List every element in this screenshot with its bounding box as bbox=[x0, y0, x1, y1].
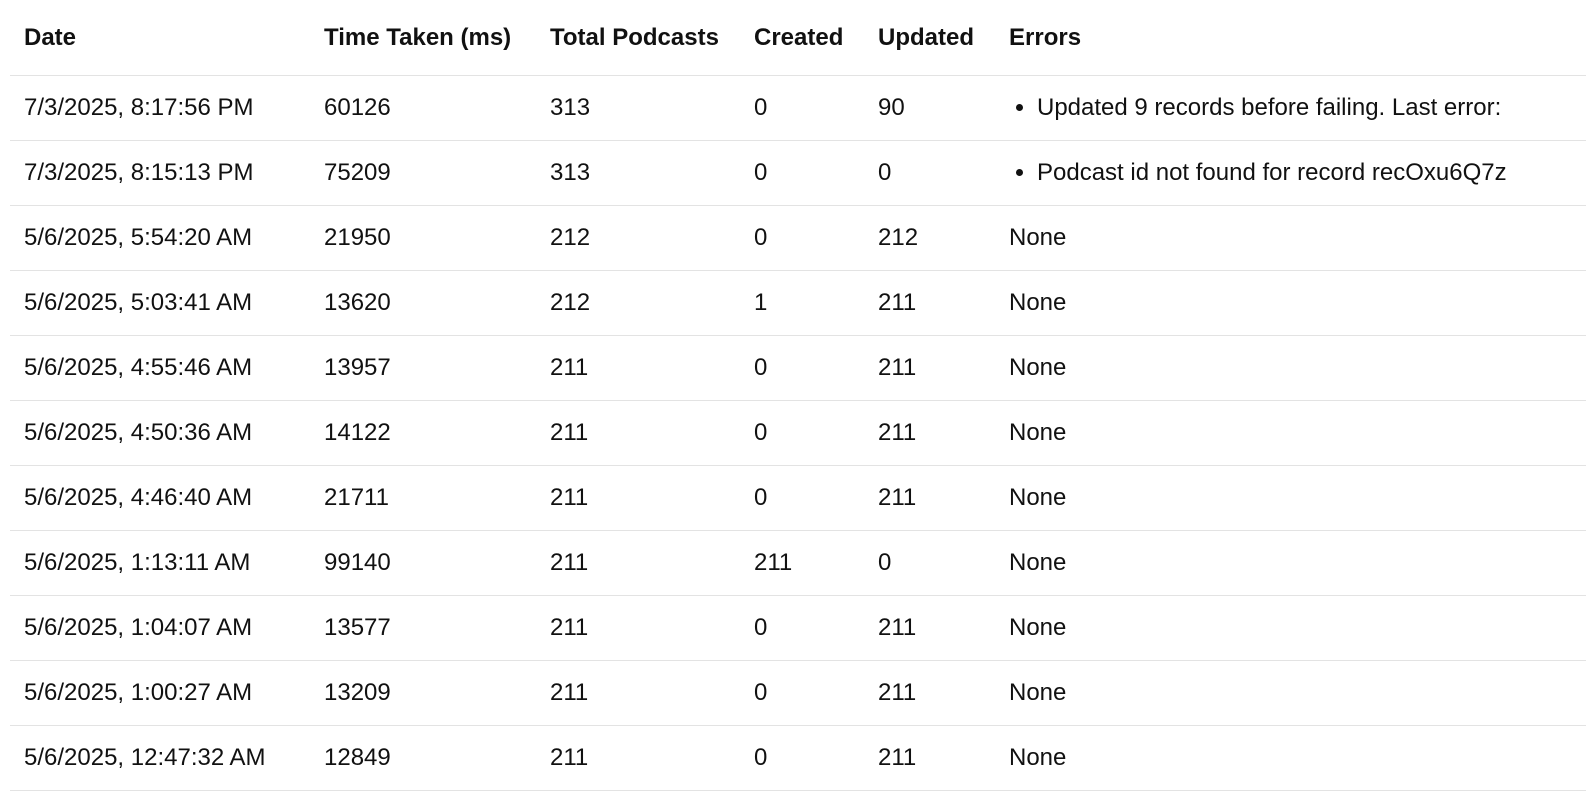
cell-time-taken: 13209 bbox=[310, 660, 536, 726]
cell-errors: None bbox=[995, 270, 1586, 336]
cell-updated: 90 bbox=[864, 75, 995, 141]
cell-total-podcasts: 211 bbox=[536, 595, 740, 661]
cell-created: 0 bbox=[740, 660, 864, 726]
cell-updated: 211 bbox=[864, 270, 995, 336]
cell-date: 5/6/2025, 4:46:40 AM bbox=[10, 465, 310, 531]
cell-time-taken: 12849 bbox=[310, 725, 536, 791]
column-header-total-podcasts: Total Podcasts bbox=[536, 0, 740, 76]
cell-errors: None bbox=[995, 725, 1586, 791]
cell-date: 7/3/2025, 8:15:13 PM bbox=[10, 140, 310, 206]
cell-time-taken: 21950 bbox=[310, 205, 536, 271]
column-header-time-taken: Time Taken (ms) bbox=[310, 0, 536, 76]
table-row: 5/6/2025, 4:55:46 AM 13957 211 0 211 None bbox=[10, 335, 1586, 401]
cell-total-podcasts: 211 bbox=[536, 465, 740, 531]
cell-errors: None bbox=[995, 595, 1586, 661]
cell-errors: None bbox=[995, 335, 1586, 401]
table-row: 5/6/2025, 1:00:27 AM 13209 211 0 211 None bbox=[10, 660, 1586, 726]
table-row: 5/6/2025, 4:46:40 AM 21711 211 0 211 None bbox=[10, 465, 1586, 531]
cell-total-podcasts: 313 bbox=[536, 140, 740, 206]
cell-date: 5/6/2025, 1:00:27 AM bbox=[10, 660, 310, 726]
cell-created: 0 bbox=[740, 140, 864, 206]
cell-updated: 211 bbox=[864, 335, 995, 401]
table-row: 7/3/2025, 8:17:56 PM60126313090 Updated 9… bbox=[10, 75, 1586, 141]
column-header-created: Created bbox=[740, 0, 864, 76]
table-row: 5/6/2025, 1:04:07 AM 13577 211 0 211 None bbox=[10, 595, 1586, 661]
cell-time-taken: 13577 bbox=[310, 595, 536, 661]
error-list: Updated 9 records before failing. Last e… bbox=[1009, 94, 1586, 122]
cell-errors: None bbox=[995, 205, 1586, 271]
cell-time-taken: 13957 bbox=[310, 335, 536, 401]
sync-history-table: Date Time Taken (ms) Total Podcasts Crea… bbox=[10, 0, 1586, 791]
cell-date: 5/6/2025, 4:55:46 AM bbox=[10, 335, 310, 401]
column-header-updated: Updated bbox=[864, 0, 995, 76]
cell-created: 0 bbox=[740, 400, 864, 466]
cell-created: 0 bbox=[740, 205, 864, 271]
cell-created: 0 bbox=[740, 75, 864, 141]
cell-time-taken: 60126 bbox=[310, 75, 536, 141]
table-row: 5/6/2025, 5:03:41 AM 13620 212 1 211 None bbox=[10, 270, 1586, 336]
table-row: 5/6/2025, 4:50:36 AM 14122 211 0 211 None bbox=[10, 400, 1586, 466]
cell-created: 0 bbox=[740, 335, 864, 401]
cell-updated: 212 bbox=[864, 205, 995, 271]
table-row: 5/6/2025, 1:13:11 AM 99140 211 211 0 None bbox=[10, 530, 1586, 596]
cell-updated: 0 bbox=[864, 140, 995, 206]
cell-time-taken: 75209 bbox=[310, 140, 536, 206]
column-header-date: Date bbox=[10, 0, 310, 76]
cell-errors: None bbox=[995, 530, 1586, 596]
cell-date: 5/6/2025, 12:47:32 AM bbox=[10, 725, 310, 791]
cell-created: 0 bbox=[740, 595, 864, 661]
cell-updated: 211 bbox=[864, 595, 995, 661]
cell-created: 211 bbox=[740, 530, 864, 596]
cell-errors: Updated 9 records before failing. Last e… bbox=[995, 75, 1586, 141]
cell-updated: 211 bbox=[864, 465, 995, 531]
table-row: 7/3/2025, 8:15:13 PM7520931300Podcast id… bbox=[10, 140, 1586, 206]
cell-total-podcasts: 313 bbox=[536, 75, 740, 141]
cell-total-podcasts: 211 bbox=[536, 725, 740, 791]
cell-errors: None bbox=[995, 465, 1586, 531]
table-row: 5/6/2025, 5:54:20 AM 21950 212 0 212 None bbox=[10, 205, 1586, 271]
cell-created: 1 bbox=[740, 270, 864, 336]
cell-errors: None bbox=[995, 660, 1586, 726]
cell-date: 5/6/2025, 1:04:07 AM bbox=[10, 595, 310, 661]
cell-updated: 0 bbox=[864, 530, 995, 596]
error-list-item: Podcast id not found for record recOxu6Q… bbox=[1037, 159, 1586, 187]
cell-date: 5/6/2025, 4:50:36 AM bbox=[10, 400, 310, 466]
error-list-item: Updated 9 records before failing. Last e… bbox=[1037, 94, 1586, 122]
cell-time-taken: 99140 bbox=[310, 530, 536, 596]
cell-date: 7/3/2025, 8:17:56 PM bbox=[10, 75, 310, 141]
cell-errors: None bbox=[995, 400, 1586, 466]
cell-updated: 211 bbox=[864, 400, 995, 466]
table-header-row: Date Time Taken (ms) Total Podcasts Crea… bbox=[10, 0, 1586, 76]
cell-total-podcasts: 211 bbox=[536, 400, 740, 466]
cell-date: 5/6/2025, 5:54:20 AM bbox=[10, 205, 310, 271]
cell-time-taken: 14122 bbox=[310, 400, 536, 466]
sync-history-table-container: Date Time Taken (ms) Total Podcasts Crea… bbox=[10, 0, 1586, 802]
cell-total-podcasts: 211 bbox=[536, 335, 740, 401]
table-row: 5/6/2025, 12:47:32 AM 12849 211 0 211 None bbox=[10, 725, 1586, 791]
cell-updated: 211 bbox=[864, 660, 995, 726]
cell-time-taken: 21711 bbox=[310, 465, 536, 531]
cell-total-podcasts: 211 bbox=[536, 660, 740, 726]
cell-date: 5/6/2025, 1:13:11 AM bbox=[10, 530, 310, 596]
cell-date: 5/6/2025, 5:03:41 AM bbox=[10, 270, 310, 336]
cell-updated: 211 bbox=[864, 725, 995, 791]
column-header-errors: Errors bbox=[995, 0, 1586, 76]
cell-total-podcasts: 212 bbox=[536, 205, 740, 271]
cell-total-podcasts: 211 bbox=[536, 530, 740, 596]
cell-created: 0 bbox=[740, 465, 864, 531]
cell-errors: Podcast id not found for record recOxu6Q… bbox=[995, 140, 1586, 206]
cell-created: 0 bbox=[740, 725, 864, 791]
error-list: Podcast id not found for record recOxu6Q… bbox=[1009, 159, 1586, 187]
cell-time-taken: 13620 bbox=[310, 270, 536, 336]
cell-total-podcasts: 212 bbox=[536, 270, 740, 336]
